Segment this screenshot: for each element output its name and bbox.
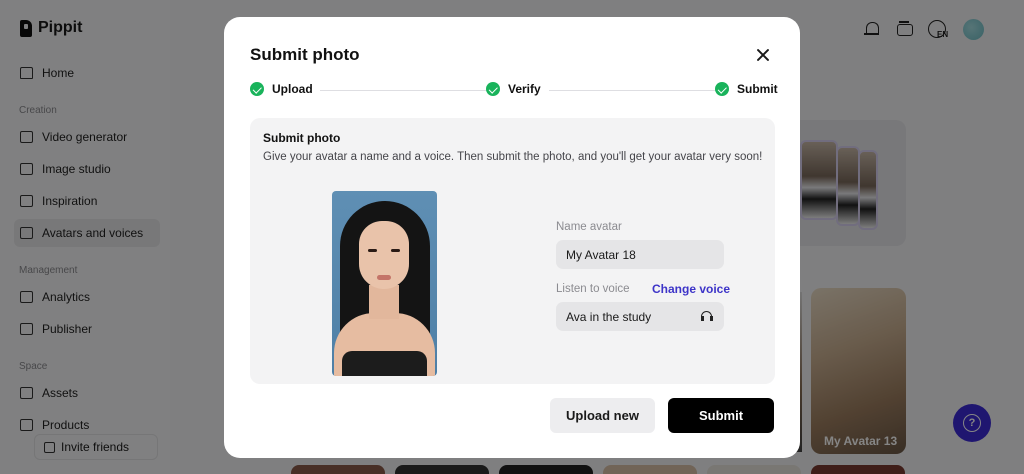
name-avatar-label: Name avatar	[556, 221, 622, 233]
step-label: Submit	[737, 82, 778, 96]
step-submit: Submit	[715, 82, 778, 96]
step-connector	[320, 90, 500, 91]
submit-button[interactable]: Submit	[668, 398, 774, 433]
close-icon[interactable]	[754, 46, 772, 64]
headphones-icon[interactable]	[701, 311, 713, 321]
avatar-name-value: My Avatar 18	[566, 247, 636, 262]
stepper: Upload Verify Submit	[250, 82, 778, 100]
submit-panel: Submit photo Give your avatar a name and…	[250, 118, 775, 384]
check-icon	[250, 82, 264, 96]
voice-selector[interactable]: Ava in the study	[556, 302, 724, 331]
step-label: Verify	[508, 82, 541, 96]
upload-new-button[interactable]: Upload new	[550, 398, 655, 433]
check-icon	[715, 82, 729, 96]
listen-voice-label: Listen to voice	[556, 283, 630, 295]
step-verify: Verify	[486, 82, 541, 96]
step-label: Upload	[272, 82, 313, 96]
panel-title: Submit photo	[263, 131, 341, 145]
voice-value: Ava in the study	[566, 309, 652, 324]
step-connector	[549, 90, 729, 91]
avatar-name-field[interactable]: My Avatar 18	[556, 240, 724, 269]
submit-photo-dialog: Submit photo Upload Verify Submit Submit…	[224, 17, 800, 458]
check-icon	[486, 82, 500, 96]
avatar-photo	[332, 191, 437, 376]
change-voice-link[interactable]: Change voice	[652, 282, 730, 296]
panel-description: Give your avatar a name and a voice. The…	[263, 151, 763, 163]
dialog-title: Submit photo	[250, 45, 360, 64]
step-upload: Upload	[250, 82, 313, 96]
